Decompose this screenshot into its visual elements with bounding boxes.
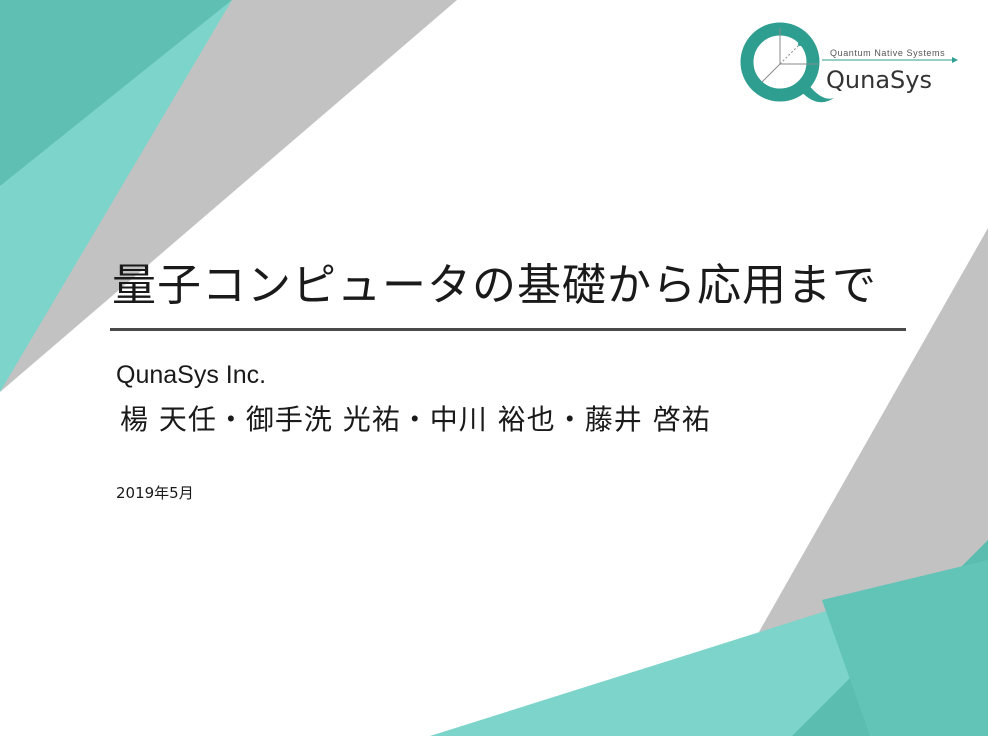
company-name: QunaSys Inc. bbox=[116, 361, 267, 389]
presentation-date: 2019年5月 bbox=[116, 484, 194, 502]
logo-wordmark: QunaSys bbox=[826, 66, 932, 94]
author-list: 楊 天任・御手洗 光祐・中川 裕也・藤井 啓祐 bbox=[120, 403, 711, 436]
title-slide: Quantum Native Systems QunaSys 量子コンピュータの… bbox=[0, 0, 988, 736]
qunasys-logo: Quantum Native Systems QunaSys bbox=[740, 22, 958, 103]
logo-tagline: Quantum Native Systems bbox=[830, 48, 945, 58]
slide-title: 量子コンピュータの基礎から応用まで bbox=[112, 260, 877, 311]
title-underline bbox=[110, 328, 906, 331]
